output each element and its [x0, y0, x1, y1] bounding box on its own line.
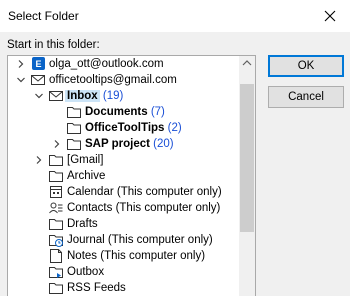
tree-item-label: Notes (This computer only) [67, 248, 205, 264]
tree-item[interactable]: Archive [8, 168, 241, 184]
folder-name: Calendar (This computer only) [67, 186, 222, 198]
tree-item[interactable]: Inbox (19) [8, 88, 241, 104]
folder-icon [66, 136, 82, 152]
tree-item[interactable]: Notes (This computer only) [8, 248, 241, 264]
exchange-account-icon: E [30, 56, 46, 72]
folder-tree[interactable]: Eolga_ott@outlook.com officetooltips@gmai… [7, 55, 256, 296]
start-folder-label: Start in this folder: [7, 39, 100, 51]
folder-icon [48, 216, 64, 232]
tree-item[interactable]: officetooltips@gmail.com [8, 72, 241, 88]
chevron-right-icon[interactable] [16, 56, 26, 72]
folder-icon [66, 120, 82, 136]
tree-item[interactable]: Calendar (This computer only) [8, 184, 241, 200]
folder-name: Notes (This computer only) [67, 250, 206, 262]
folder-icon [66, 104, 82, 120]
tree-item-label: Contacts (This computer only) [67, 200, 220, 216]
chevron-right-icon[interactable] [34, 152, 44, 168]
folder-name: [Gmail] [67, 154, 104, 166]
dialog-title: Select Folder [8, 9, 79, 23]
tree-item-label: RSS Feeds [67, 280, 126, 296]
scrollbar-thumb[interactable] [240, 84, 254, 232]
tree-item-label: Archive [67, 168, 105, 184]
tree-item[interactable]: RSS Feeds [8, 280, 241, 296]
ok-button[interactable]: OK [268, 55, 344, 77]
journal-icon [48, 232, 64, 248]
folder-name: officetooltips@gmail.com [49, 74, 177, 86]
cancel-button[interactable]: Cancel [268, 86, 344, 108]
inbox-icon [48, 88, 64, 104]
notes-icon [48, 248, 64, 264]
chevron-down-icon[interactable] [34, 88, 44, 104]
tree-item-label: officetooltips@gmail.com [49, 72, 177, 88]
folder-name: Inbox [65, 90, 100, 102]
folder-name: RSS Feeds [67, 282, 126, 294]
tree-item[interactable]: Journal (This computer only) [8, 232, 241, 248]
tree-item[interactable]: Documents (7) [8, 104, 241, 120]
tree-item-label: Drafts [67, 216, 98, 232]
folder-name: Documents [85, 106, 148, 118]
tree-item-label: Documents (7) [85, 104, 165, 120]
tree-item[interactable]: SAP project (20) [8, 136, 241, 152]
outbox-icon [48, 264, 64, 280]
tree-item-label: Inbox (19) [65, 88, 124, 104]
folder-name: Journal (This computer only) [67, 234, 213, 246]
tree-item-label: Outbox [67, 264, 104, 280]
folder-name: olga_ott@outlook.com [49, 58, 164, 70]
svg-text:E: E [35, 59, 41, 69]
tree-item[interactable]: Eolga_ott@outlook.com [8, 56, 241, 72]
select-folder-dialog: Select Folder Start in this folder: Eolg… [0, 0, 350, 296]
folder-icon [48, 152, 64, 168]
tree-item[interactable]: Outbox [8, 264, 241, 280]
title-bar: Select Folder [0, 0, 350, 32]
folder-name: OfficeToolTips [85, 122, 165, 134]
tree-item-label: Calendar (This computer only) [67, 184, 222, 200]
rss-icon [48, 280, 64, 296]
folder-name: Outbox [67, 266, 105, 278]
tree-item-label: olga_ott@outlook.com [49, 56, 164, 72]
tree-item-label: Journal (This computer only) [67, 232, 213, 248]
unread-count: (20) [149, 138, 174, 150]
unread-count: (19) [99, 90, 124, 102]
folder-name: Contacts (This computer only) [67, 202, 221, 214]
chevron-down-icon[interactable] [16, 72, 26, 88]
unread-count: (7) [147, 106, 165, 118]
tree-item-label: SAP project (20) [85, 136, 174, 152]
folder-name: Drafts [67, 218, 98, 230]
mail-account-icon [30, 72, 46, 88]
tree-item[interactable]: Drafts [8, 216, 241, 232]
folder-name: SAP project [85, 138, 150, 150]
calendar-icon [48, 184, 64, 200]
unread-count: (2) [164, 122, 182, 134]
folder-icon [48, 168, 64, 184]
scroll-up-icon [242, 60, 252, 66]
tree-item[interactable]: Contacts (This computer only) [8, 200, 241, 216]
tree-item-label: OfficeToolTips (2) [85, 120, 182, 136]
folder-name: Archive [67, 170, 106, 182]
close-icon[interactable] [320, 6, 340, 26]
contacts-icon [48, 200, 64, 216]
tree-item-label: [Gmail] [67, 152, 103, 168]
tree-item[interactable]: OfficeToolTips (2) [8, 120, 241, 136]
chevron-right-icon[interactable] [52, 136, 62, 152]
tree-item[interactable]: [Gmail] [8, 152, 241, 168]
vertical-scrollbar[interactable] [239, 56, 255, 296]
